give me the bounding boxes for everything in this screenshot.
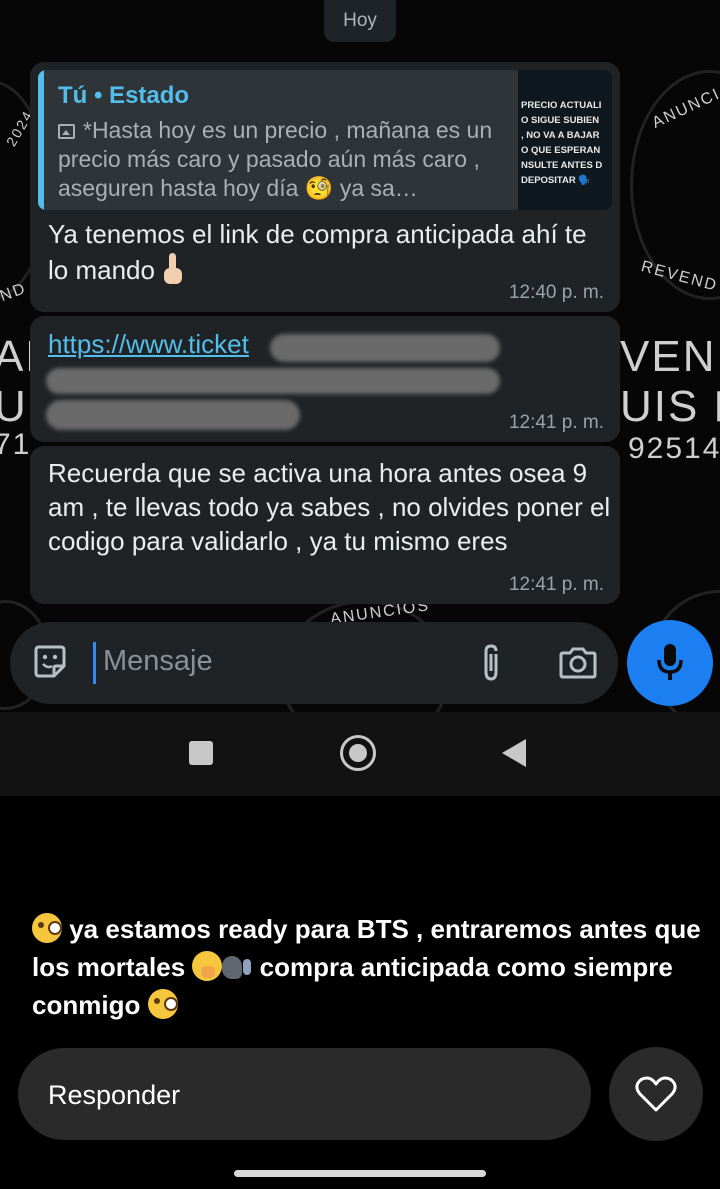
- wallpaper-text: 71: [0, 428, 32, 461]
- quote-text-content: *Hasta hoy es un precio , mañana es un p…: [58, 117, 493, 201]
- sticker-icon[interactable]: [30, 642, 70, 682]
- quoted-status[interactable]: Tú • Estado *Hasta hoy es un precio , ma…: [38, 70, 612, 210]
- reply-placeholder: Responder: [48, 1080, 181, 1110]
- message-link[interactable]: https://www.ticket: [48, 328, 249, 360]
- quote-author: Tú • Estado: [58, 82, 190, 109]
- message-bubble[interactable]: https://www.ticket 12:41 p. m.: [30, 316, 620, 442]
- message-text-content: Ya tenemos el link de compra anticipada …: [48, 219, 587, 285]
- text-cursor: [93, 642, 96, 684]
- message-input-placeholder[interactable]: Mensaje: [103, 645, 213, 678]
- heart-icon: [635, 1076, 677, 1112]
- thumbnail-text: O QUE ESPERAN: [521, 145, 601, 156]
- message-bubble[interactable]: Tú • Estado *Hasta hoy es un precio , ma…: [30, 62, 620, 312]
- redaction-mark: [46, 368, 500, 394]
- monocle-face-icon: [147, 989, 178, 1019]
- quote-text: *Hasta hoy es un precio , mañana es un p…: [58, 116, 513, 203]
- hand-over-mouth-icon: [192, 951, 223, 981]
- thumbnail-text: O SIGUE SUBIEN: [521, 115, 600, 126]
- message-bubble[interactable]: Recuerda que se activa una hora antes os…: [30, 446, 620, 604]
- message-time: 12:41 p. m.: [508, 574, 604, 595]
- attach-icon[interactable]: [476, 642, 506, 684]
- wallpaper-text: UIS PA: [620, 382, 720, 431]
- chat-screenshot: AL VENDI U UIS PA 71 92514 ANUNCI REVEND…: [0, 0, 720, 712]
- wallpaper-text: 92514: [628, 432, 720, 465]
- redaction-mark: [46, 400, 300, 430]
- nav-back-icon[interactable]: [502, 739, 526, 767]
- nav-recents-icon[interactable]: [189, 741, 213, 765]
- quote-thumbnail[interactable]: PRECIO ACTUALI O SIGUE SUBIEN , NO VA A …: [518, 70, 612, 210]
- home-indicator[interactable]: [234, 1170, 486, 1177]
- thumbnail-text: NSULTE ANTES D: [521, 160, 603, 171]
- thumbnail-text: DEPOSITAR 🗣️: [521, 175, 591, 186]
- thumbnail-text: , NO VA A BAJAR: [521, 130, 600, 141]
- thumbnail-text: PRECIO ACTUALI: [521, 100, 602, 111]
- navigation-bar: [0, 712, 720, 796]
- pointing-up-icon: [162, 253, 184, 285]
- mic-icon: [657, 644, 683, 680]
- image-icon: [58, 124, 75, 139]
- message-text: Recuerda que se activa una hora antes os…: [48, 458, 611, 556]
- speaking-head-icon: [222, 953, 252, 981]
- quote-accent-bar: [38, 70, 44, 210]
- message-text: Ya tenemos el link de compra anticipada …: [48, 216, 608, 288]
- date-chip: Hoy: [324, 0, 396, 42]
- monocle-face-icon: [32, 913, 62, 943]
- wallpaper-text: U: [0, 382, 28, 431]
- nav-home-icon[interactable]: [340, 735, 376, 771]
- like-button[interactable]: [609, 1047, 703, 1141]
- story-caption: ya estamos ready para BTS , entraremos a…: [32, 910, 704, 1024]
- message-time: 12:40 p. m.: [508, 282, 604, 303]
- message-composer[interactable]: Mensaje: [10, 622, 618, 704]
- mic-button[interactable]: [627, 620, 713, 706]
- reply-input[interactable]: Responder: [18, 1048, 591, 1140]
- message-time: 12:41 p. m.: [508, 412, 604, 433]
- camera-icon[interactable]: [558, 646, 598, 680]
- wallpaper-text: VENDI: [620, 332, 720, 381]
- redaction-mark: [270, 334, 500, 362]
